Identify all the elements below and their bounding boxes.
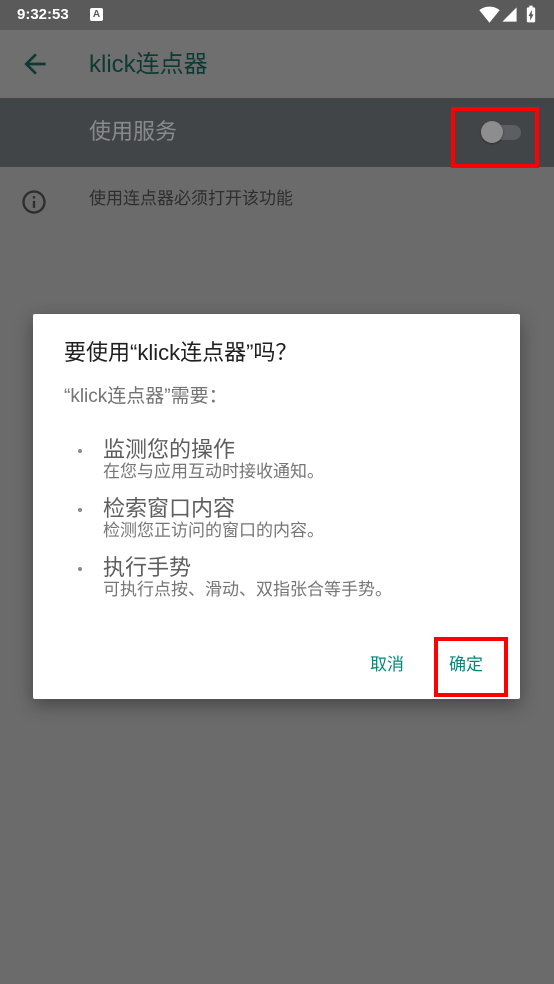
cancel-button[interactable]: 取消 <box>355 642 419 682</box>
permission-description: 检测您正访问的窗口的内容。 <box>103 521 324 540</box>
permission-item: 监测您的操作 在您与应用互动时接收通知。 <box>33 438 520 497</box>
permission-title: 监测您的操作 <box>103 437 236 462</box>
permission-description: 在您与应用互动时接收通知。 <box>103 462 324 481</box>
permission-dialog: 要使用“klick连点器”吗？ “klick连点器”需要： 监测您的操作 在您与… <box>33 314 520 699</box>
permission-description: 可执行点按、滑动、双指张合等手势。 <box>103 580 392 599</box>
permission-title: 检索窗口内容 <box>103 496 236 521</box>
screen: 9:32:53 A klick连点器 使用服务 使用连点器必须打开该功能 要使用… <box>0 0 554 984</box>
bullet-dot <box>78 449 82 453</box>
permission-title: 执行手势 <box>103 555 192 580</box>
permission-item: 执行手势 可执行点按、滑动、双指张合等手势。 <box>33 556 520 615</box>
bullet-dot <box>78 508 82 512</box>
dialog-subtitle: “klick连点器”需要： <box>64 386 228 407</box>
dialog-title: 要使用“klick连点器”吗？ <box>64 340 298 365</box>
bullet-dot <box>78 567 82 571</box>
confirm-button[interactable]: 确定 <box>434 642 498 682</box>
permission-item: 检索窗口内容 检测您正访问的窗口的内容。 <box>33 497 520 556</box>
